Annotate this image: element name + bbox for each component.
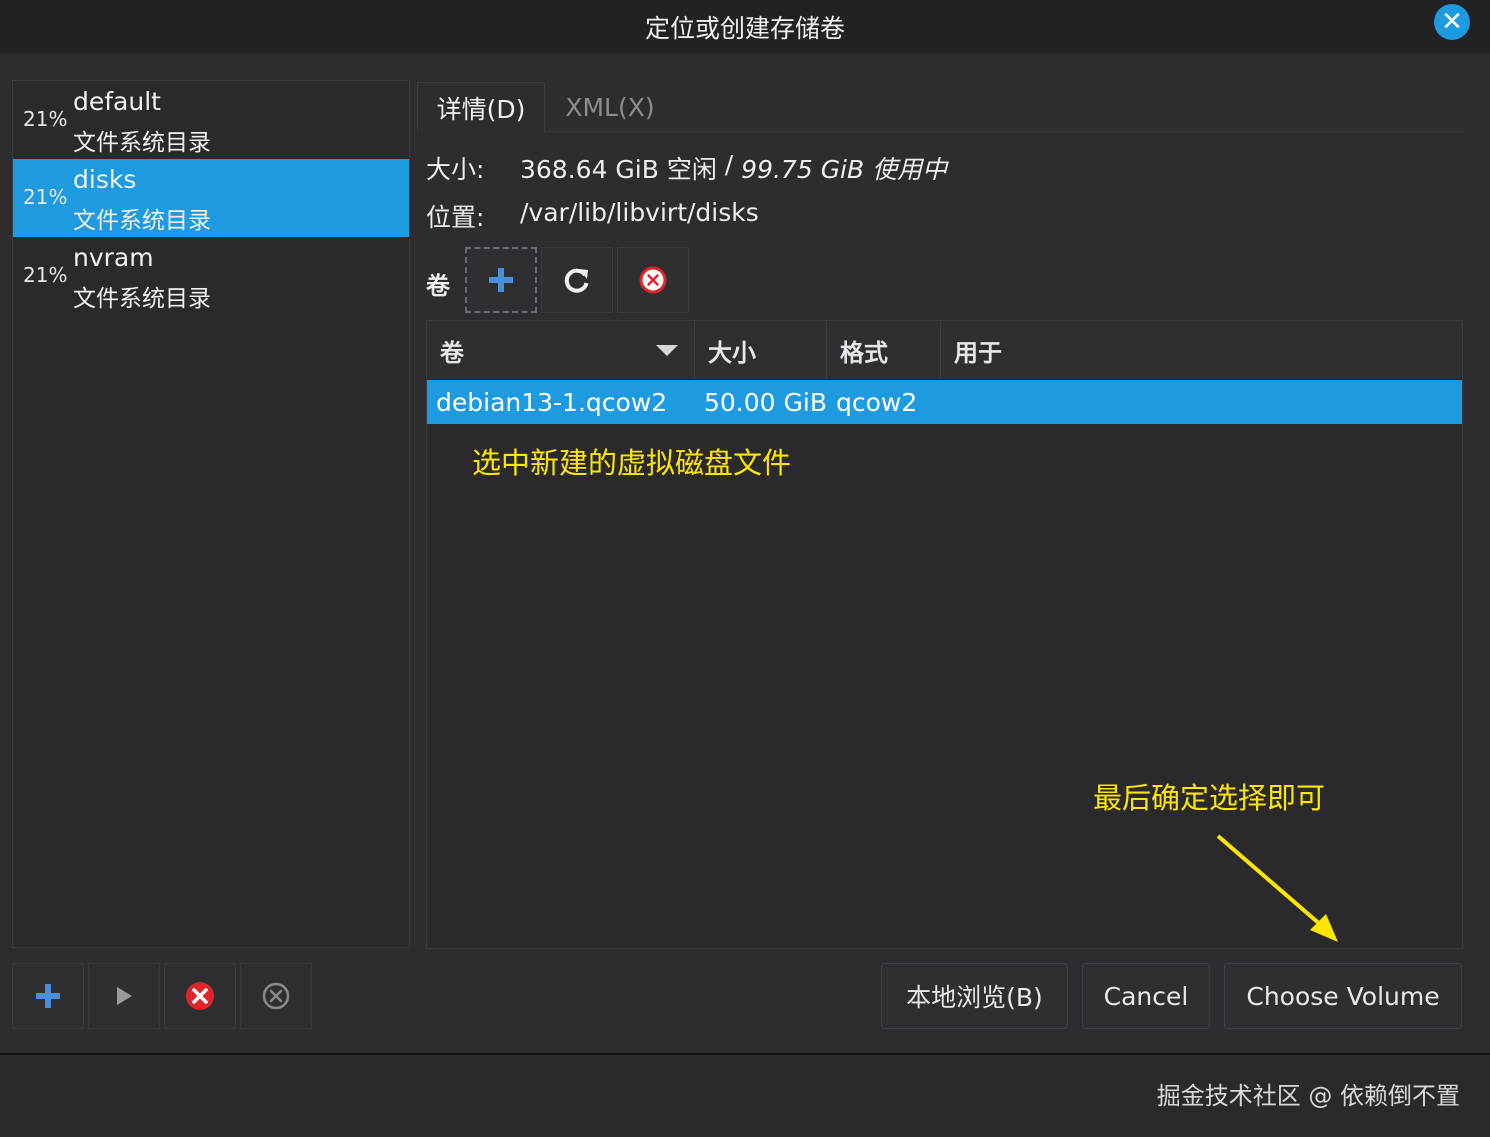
tab-details[interactable]: 详情(D) <box>417 82 545 132</box>
pool-type: 文件系统目录 <box>73 130 211 156</box>
detail-tabs: 详情(D) XML(X) <box>417 82 1463 132</box>
delete-icon <box>639 266 667 294</box>
pool-name: disks <box>73 165 137 194</box>
delete-icon <box>262 982 290 1010</box>
plus-icon <box>36 984 60 1008</box>
location-value: /var/lib/libvirt/disks <box>520 198 759 227</box>
pool-type: 文件系统目录 <box>73 208 211 234</box>
size-row: 大小: 368.64 GiB 空闲 / 99.75 GiB 使用中 <box>426 150 947 186</box>
storage-pool-list: 21% default 文件系统目录 21% disks 文件系统目录 21% … <box>12 80 410 948</box>
add-pool-button[interactable] <box>12 963 84 1029</box>
close-button[interactable]: ✕ <box>1434 4 1470 40</box>
pool-usage-percent: 21% <box>23 263 68 287</box>
column-header-label: 卷 <box>440 338 464 367</box>
size-separator: / <box>716 150 742 179</box>
stop-pool-button[interactable] <box>164 963 236 1029</box>
annotation-select-file: 选中新建的虚拟磁盘文件 <box>472 446 792 480</box>
refresh-icon <box>564 268 589 293</box>
start-pool-button[interactable] <box>88 963 160 1029</box>
pool-name: default <box>73 87 161 116</box>
volumes-label: 卷 <box>426 272 450 300</box>
close-icon: ✕ <box>1441 7 1463 37</box>
dialog-title: 定位或创建存储卷 <box>644 14 845 43</box>
location-row: 位置: /var/lib/libvirt/disks <box>426 198 759 234</box>
column-header-size[interactable]: 大小 <box>695 321 827 379</box>
cell-format: qcow2 <box>836 387 918 417</box>
stop-icon <box>186 982 214 1010</box>
volume-toolbar <box>465 247 689 313</box>
annotation-confirm: 最后确定选择即可 <box>1093 781 1326 815</box>
cell-size: 50.00 GiB <box>704 387 827 417</box>
pool-toolbar <box>12 963 312 1029</box>
choose-volume-button[interactable]: Choose Volume <box>1224 963 1462 1029</box>
add-volume-button[interactable] <box>465 247 537 313</box>
pool-usage-percent: 21% <box>23 185 68 209</box>
pool-usage-percent: 21% <box>23 107 68 131</box>
annotation-arrow-icon <box>1216 834 1338 942</box>
delete-pool-button[interactable] <box>240 963 312 1029</box>
pool-item-disks[interactable]: 21% disks 文件系统目录 <box>13 159 409 237</box>
cancel-button[interactable]: Cancel <box>1082 963 1210 1029</box>
storage-volume-dialog: 定位或创建存储卷 ✕ 21% default 文件系统目录 21% disks … <box>0 0 1490 1055</box>
pool-item-default[interactable]: 21% default 文件系统目录 <box>13 81 409 159</box>
tab-xml[interactable]: XML(X) <box>565 82 655 132</box>
table-row[interactable]: debian13-1.qcow2 50.00 GiB qcow2 <box>427 380 1462 424</box>
pool-name: nvram <box>73 243 154 272</box>
pool-item-nvram[interactable]: 21% nvram 文件系统目录 <box>13 237 409 315</box>
refresh-volumes-button[interactable] <box>541 247 613 313</box>
browse-local-button[interactable]: 本地浏览(B) <box>881 963 1068 1029</box>
table-header: 卷 大小 格式 用于 <box>427 321 1462 379</box>
size-free: 368.64 GiB 空闲 <box>520 155 717 184</box>
title-bar: 定位或创建存储卷 ✕ <box>0 0 1490 54</box>
cell-volume: debian13-1.qcow2 <box>436 387 668 417</box>
column-header-format[interactable]: 格式 <box>827 321 941 379</box>
column-header-used-by[interactable]: 用于 <box>941 321 1462 379</box>
column-header-label: 格式 <box>840 338 888 367</box>
size-used: 99.75 GiB 使用中 <box>741 155 948 184</box>
pool-type: 文件系统目录 <box>73 286 211 312</box>
size-label: 大小: <box>426 155 485 184</box>
play-icon <box>117 987 132 1005</box>
sort-descending-icon <box>656 345 678 356</box>
column-header-volume[interactable]: 卷 <box>427 321 695 379</box>
watermark: 掘金技术社区 @ 依赖倒不置 <box>1156 1082 1460 1110</box>
column-header-label: 用于 <box>954 338 1002 367</box>
delete-volume-button[interactable] <box>617 247 689 313</box>
plus-icon <box>489 268 513 292</box>
column-header-label: 大小 <box>708 338 756 367</box>
location-label: 位置: <box>426 203 485 232</box>
